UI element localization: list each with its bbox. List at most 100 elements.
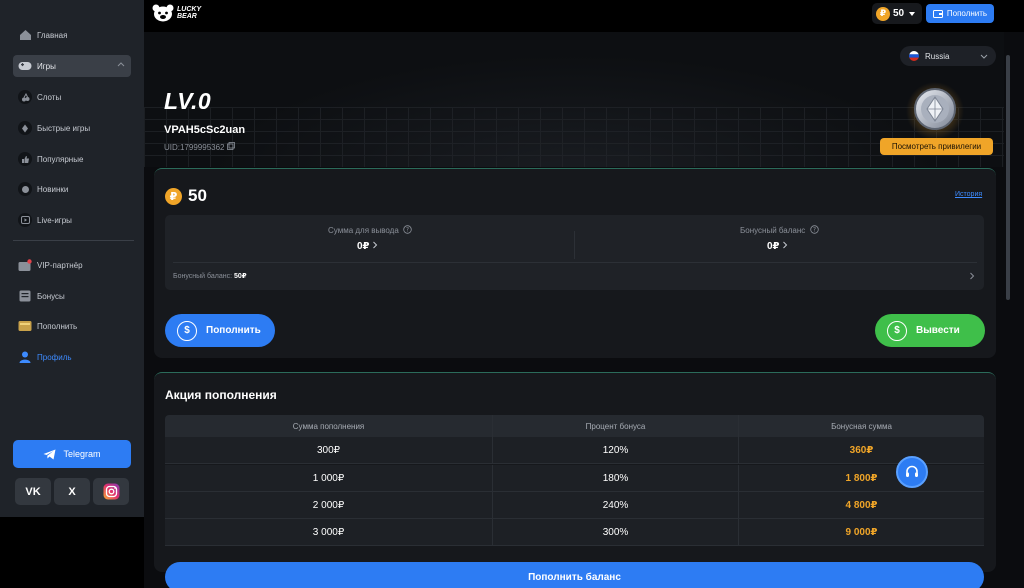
sidebar-item-bonuses[interactable]: Бонусы — [13, 285, 131, 307]
chevron-right-icon[interactable] — [969, 272, 975, 280]
gamepad-icon — [18, 59, 32, 73]
bonus-balance-value[interactable]: 0₽ — [767, 241, 788, 252]
user-id[interactable]: UID:1799995362 — [164, 142, 235, 152]
table-row: 1 000₽ 180% 1 800₽ — [165, 465, 984, 492]
new-icon — [18, 182, 32, 196]
bonus-amount-cell: 360₽ — [849, 444, 874, 456]
sidebar-item-live-games[interactable]: Live-игры — [13, 209, 131, 231]
bonus-percent-cell: 180% — [493, 465, 739, 491]
sidebar-item-label: Новинки — [37, 184, 69, 194]
balance-breakdown — [165, 215, 984, 290]
sidebar-item-profile[interactable]: Профиль — [13, 346, 131, 368]
russia-flag-icon — [909, 51, 919, 61]
deposit-button[interactable]: $ Пополнить — [165, 314, 275, 347]
bonus-amount-cell: 1 800₽ — [845, 472, 878, 484]
promo-title: Акция пополнения — [165, 388, 277, 402]
bonus-amount-cell: 4 800₽ — [845, 499, 878, 511]
sidebar-item-home[interactable]: Главная — [13, 24, 131, 46]
caret-down-icon — [909, 11, 916, 16]
header-topup-button[interactable]: Пополнить — [926, 4, 994, 23]
wallet-icon — [932, 9, 943, 18]
column-header: Сумма пополнения — [165, 415, 493, 437]
table-header: Сумма пополнения Процент бонуса Бонусная… — [165, 415, 984, 437]
support-chat-button[interactable] — [896, 456, 928, 488]
sidebar-item-new[interactable]: Новинки — [13, 178, 131, 200]
topup-balance-button[interactable]: Пополнить баланс — [165, 562, 984, 588]
table-row: 3 000₽ 300% 9 000₽ — [165, 519, 984, 546]
vk-button[interactable]: VK — [15, 478, 51, 505]
bonus-percent-cell: 240% — [493, 492, 739, 518]
rocket-icon — [18, 121, 32, 135]
ruble-coin-icon: ₽ — [165, 187, 182, 205]
home-icon — [18, 28, 32, 42]
column-header: Процент бонуса — [493, 415, 739, 437]
withdraw-amount-label: Сумма для вывода ? — [328, 225, 412, 235]
chevron-right-icon — [373, 241, 378, 249]
user-icon — [18, 350, 32, 364]
sidebar-item-label: Пополнить — [37, 321, 78, 331]
sidebar-item-slots[interactable]: Слоты — [13, 86, 131, 108]
bonus-percent-cell: 120% — [493, 437, 739, 463]
chevron-right-icon — [783, 241, 788, 249]
withdraw-button[interactable]: $ Вывести — [875, 314, 985, 347]
vip-icon — [18, 258, 32, 272]
sidebar-item-label: Профиль — [37, 352, 72, 362]
withdraw-amount-value[interactable]: 0₽ — [357, 241, 378, 252]
balance-dropdown[interactable]: ₽ 50 — [872, 3, 922, 24]
column-header: Бонусная сумма — [831, 421, 892, 431]
telegram-icon — [43, 449, 56, 459]
bear-logo-icon — [152, 4, 174, 22]
headset-icon — [906, 465, 918, 477]
telegram-button[interactable]: Telegram — [13, 440, 131, 468]
table-row: 2 000₽ 240% 4 800₽ — [165, 492, 984, 519]
sidebar-item-deposit[interactable]: Пополнить — [13, 315, 131, 337]
sidebar-item-label: Бонусы — [37, 291, 65, 301]
chevron-up-icon — [117, 60, 125, 69]
view-privileges-button[interactable]: Посмотреть привилегии — [880, 138, 993, 155]
bonus-percent-cell: 300% — [493, 519, 739, 545]
profile-hero — [144, 32, 1004, 167]
chevron-down-icon — [980, 54, 988, 59]
svg-text:?: ? — [406, 227, 409, 234]
help-icon[interactable]: ? — [403, 225, 412, 234]
sidebar-item-label: Live-игры — [37, 215, 72, 225]
bonus-balance-row[interactable]: Бонусный баланс: 50₽ — [173, 272, 247, 280]
logo-text: LUCKY BEAR — [177, 6, 202, 20]
sidebar-item-games[interactable]: Игры — [13, 55, 131, 77]
sidebar-item-label: Игры — [37, 61, 56, 71]
dollar-circle-icon: $ — [887, 320, 907, 341]
username: VPAH5cSc2uan — [164, 124, 246, 136]
sidebar-item-label: Главная — [37, 30, 68, 40]
level-medal-icon — [906, 82, 964, 140]
sidebar-item-popular[interactable]: Популярные — [13, 148, 131, 170]
wallet-balance: ₽ 50 — [165, 186, 207, 206]
sidebar-item-label: Слоты — [37, 92, 62, 102]
x-icon: X — [68, 485, 76, 498]
header-balance: 50 — [893, 8, 905, 19]
bonus-balance-label: Бонусный баланс ? — [740, 225, 819, 235]
deposit-amount-cell: 3 000₽ — [165, 519, 493, 545]
sidebar-item-fast-games[interactable]: Быстрые игры — [13, 117, 131, 139]
x-button[interactable]: X — [54, 478, 90, 505]
deposit-amount-cell: 2 000₽ — [165, 492, 493, 518]
deposit-amount-cell: 1 000₽ — [165, 465, 493, 491]
scrollbar-thumb[interactable] — [1006, 55, 1010, 300]
logo[interactable]: LUCKY BEAR — [152, 4, 201, 22]
sidebar: Главная Игры Слоты Быстрые игры Популярн… — [0, 0, 144, 517]
instagram-button[interactable] — [93, 478, 129, 505]
help-icon[interactable]: ? — [809, 225, 819, 234]
deposit-amount-cell: 300₽ — [165, 437, 493, 463]
cherry-icon — [18, 90, 32, 104]
copy-icon — [226, 142, 235, 150]
vk-icon: VK — [25, 485, 41, 498]
sidebar-divider — [13, 240, 134, 241]
gift-icon — [18, 289, 32, 303]
sidebar-item-vip-partner[interactable]: VIP-партнёр — [13, 254, 131, 276]
live-icon — [18, 213, 32, 227]
instagram-icon — [103, 483, 119, 500]
ruble-coin-icon: ₽ — [876, 6, 890, 21]
vip-level: LV.0 — [164, 88, 212, 114]
history-link[interactable]: История — [955, 191, 982, 198]
language-select[interactable]: Russia — [900, 46, 996, 66]
sidebar-item-label: VIP-партнёр — [37, 260, 83, 270]
